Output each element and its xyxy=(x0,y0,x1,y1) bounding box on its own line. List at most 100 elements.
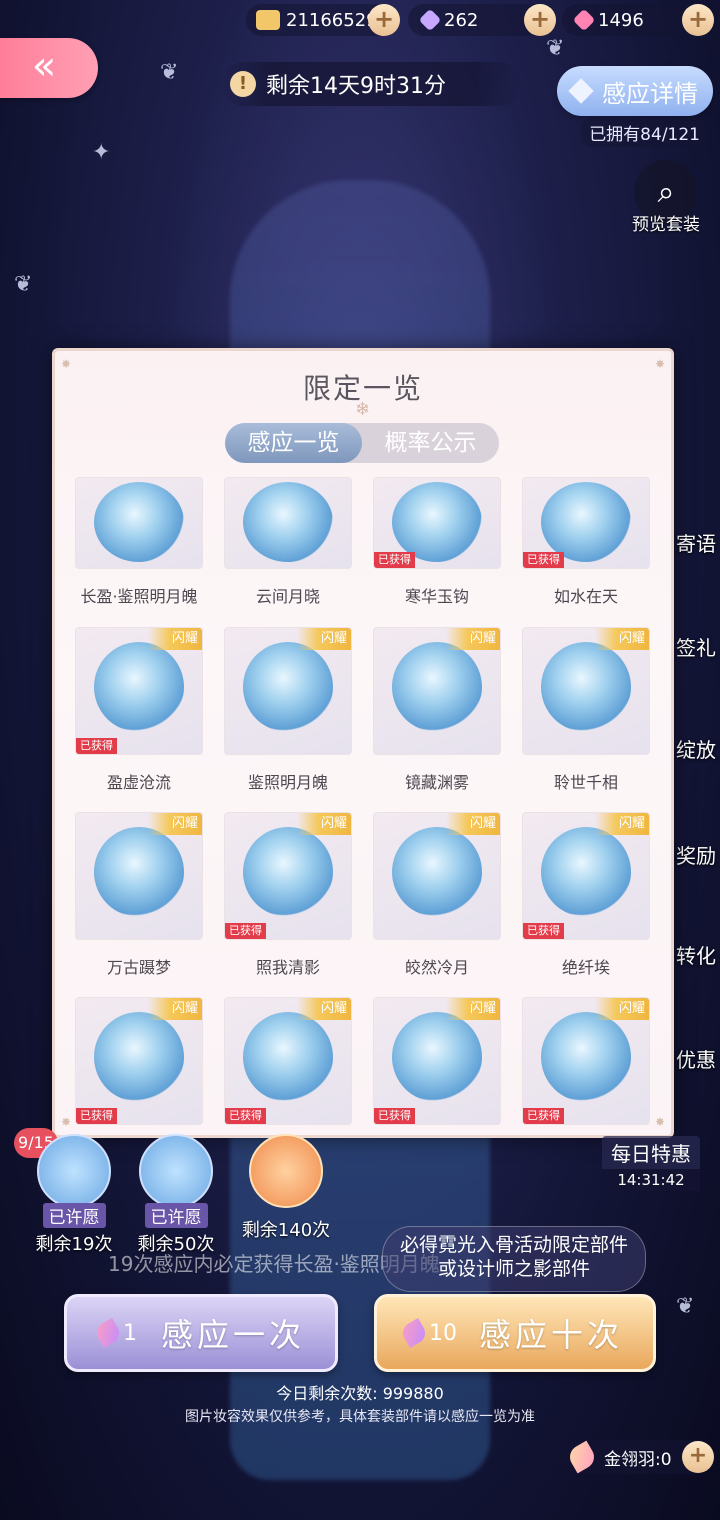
item-art xyxy=(541,1012,631,1102)
item-name: 绝纤埃 xyxy=(561,958,610,977)
grid-item[interactable]: 长盈·鉴照明月魄 xyxy=(75,477,203,607)
wish-status: 已许愿 xyxy=(144,1203,208,1228)
item-art xyxy=(392,642,482,732)
grid-item[interactable]: 闪耀 已获得 照我清影 xyxy=(224,812,352,978)
item-art xyxy=(94,642,184,732)
item-art xyxy=(541,482,631,562)
add-coin-button[interactable]: + xyxy=(368,4,400,36)
crystal-value: 1496 xyxy=(598,9,644,31)
sparkle-icon: ✦ xyxy=(92,140,111,165)
item-name: 盈虚沧流 xyxy=(106,773,171,792)
double-chevron-left-icon: « xyxy=(31,43,57,89)
cat-coin-icon xyxy=(256,10,280,30)
grid-item[interactable]: 闪耀 万古蹑梦 xyxy=(75,812,203,978)
shine-badge: 闪耀 xyxy=(297,813,351,835)
once-cost: 1 xyxy=(123,1320,137,1346)
grid-item[interactable]: 闪耀 鉴照明月魄 xyxy=(224,627,352,793)
owned-count: 已拥有84/121 xyxy=(581,118,708,147)
butterfly-icon: ❦ xyxy=(14,272,33,297)
item-art xyxy=(94,1012,184,1102)
ten-cost: 10 xyxy=(429,1320,457,1346)
item-art xyxy=(243,642,333,732)
preview-outfit-button[interactable]: ⌕ 预览套装 xyxy=(626,160,706,235)
grid-item[interactable]: 闪耀 已获得 盈虚沧流 xyxy=(75,627,203,793)
wish-slot-2[interactable]: 已许愿 剩余50次 xyxy=(126,1134,226,1256)
feather-icon xyxy=(92,1317,124,1349)
remaining-today: 今日剩余次数: 999880 xyxy=(276,1384,444,1403)
coin-value: 21166529 xyxy=(286,9,378,31)
guarantee-badge: 必得霓光入骨活动限定部件 或设计师之影部件 xyxy=(382,1226,646,1292)
item-name: 皎然冷月 xyxy=(404,958,469,977)
obtained-badge: 已获得 xyxy=(374,1108,415,1124)
shine-badge: 闪耀 xyxy=(595,998,649,1020)
item-thumbnail: 闪耀 已获得 xyxy=(224,997,352,1125)
grid-item[interactable]: 闪耀 镜藏渊雾 xyxy=(373,627,501,793)
wish-slot-1[interactable]: 已许愿 剩余19次 xyxy=(24,1134,124,1256)
item-thumbnail: 已获得 xyxy=(522,477,650,569)
item-thumbnail: 闪耀 xyxy=(373,627,501,755)
obtained-badge: 已获得 xyxy=(523,923,564,939)
item-name: 镜藏渊雾 xyxy=(404,773,469,792)
item-thumbnail: 闪耀 xyxy=(75,812,203,940)
grid-item[interactable]: 闪耀 已获得 xyxy=(522,997,650,1125)
grid-item[interactable]: 闪耀 已获得 xyxy=(75,997,203,1125)
add-crystal-button[interactable]: + xyxy=(682,4,714,36)
back-button[interactable]: « xyxy=(0,38,98,98)
side-tab-reward[interactable]: 奖励 xyxy=(672,840,720,869)
grid-item[interactable]: 闪耀 聆世千相 xyxy=(522,627,650,793)
disclaimer: 图片妆容效果仅供参考，具体套装部件请以感应一览为准 xyxy=(185,1409,535,1425)
shine-badge: 闪耀 xyxy=(595,813,649,835)
item-name: 鉴照明月魄 xyxy=(247,773,328,792)
wish-item-icon xyxy=(37,1134,111,1208)
wish-remaining: 剩余140次 xyxy=(241,1220,331,1241)
tab-probability[interactable]: 概率公示 xyxy=(362,423,499,463)
item-thumbnail: 闪耀 已获得 xyxy=(522,997,650,1125)
induce-once-button[interactable]: 1 感应一次 xyxy=(64,1294,338,1372)
item-name: 云间月晓 xyxy=(255,587,320,606)
side-tab-message[interactable]: 寄语 xyxy=(672,528,720,557)
tab-induction-list[interactable]: 感应一览 xyxy=(225,423,362,463)
limited-list-modal: ✸ ✸ ✸ ✸ 限定一览 ❄ 感应一览 概率公示 长盈·鉴照明月魄 云间月晓 已获得… xyxy=(52,348,674,1138)
add-diamond-button[interactable]: + xyxy=(524,4,556,36)
obtained-badge: 已获得 xyxy=(374,552,415,568)
item-name: 寒华玉钩 xyxy=(404,587,469,606)
item-art xyxy=(94,482,184,562)
butterfly-icon: ❦ xyxy=(546,36,565,61)
wish-slot-3[interactable]: 剩余140次 xyxy=(236,1134,336,1242)
grid-item[interactable]: 闪耀 已获得 xyxy=(373,997,501,1125)
obtained-badge: 已获得 xyxy=(523,552,564,568)
gold-feather-icon xyxy=(565,1440,599,1474)
corner-ornament: ✸ xyxy=(654,1115,665,1129)
snowflake-icon: ❄ xyxy=(355,399,371,420)
obtained-badge: 已获得 xyxy=(76,738,117,754)
side-tab-discount[interactable]: 优惠 xyxy=(672,1044,720,1073)
item-art xyxy=(541,827,631,917)
diamond-value: 262 xyxy=(444,9,479,31)
item-art xyxy=(392,827,482,917)
item-name: 如水在天 xyxy=(553,587,618,606)
butterfly-icon: ❦ xyxy=(160,60,179,85)
item-art xyxy=(243,482,333,562)
grid-item[interactable]: 闪耀 已获得 xyxy=(224,997,352,1125)
side-tab-convert[interactable]: 转化 xyxy=(672,940,720,969)
grid-item[interactable]: 闪耀已获得绝纤埃 xyxy=(522,812,650,978)
daily-deal-button[interactable]: 每日特惠 14:31:42 xyxy=(602,1136,700,1191)
preview-label: 预览套装 xyxy=(632,215,700,235)
corner-ornament: ✸ xyxy=(61,1115,72,1129)
crystal-icon xyxy=(572,8,596,32)
grid-item[interactable]: 闪耀 皎然冷月 xyxy=(373,812,501,978)
side-tab-bloom[interactable]: 绽放 xyxy=(672,734,720,763)
modal-tabs: 感应一览 概率公示 xyxy=(225,423,499,463)
butterfly-icon: ❦ xyxy=(676,1294,695,1319)
add-gold-feather-button[interactable]: + xyxy=(682,1441,714,1473)
shine-badge: 闪耀 xyxy=(148,813,202,835)
induce-ten-button[interactable]: 10 感应十次 xyxy=(374,1294,656,1372)
grid-item[interactable]: 云间月晓 xyxy=(224,477,352,607)
item-thumbnail: 闪耀 xyxy=(522,627,650,755)
induction-details-button[interactable]: 感应详情 xyxy=(557,66,713,116)
shine-badge: 闪耀 xyxy=(297,998,351,1020)
item-thumbnail: 已获得 xyxy=(373,477,501,569)
grid-item[interactable]: 已获得寒华玉钩 xyxy=(373,477,501,607)
grid-item[interactable]: 已获得如水在天 xyxy=(522,477,650,607)
side-tab-gift[interactable]: 签礼 xyxy=(672,632,720,661)
